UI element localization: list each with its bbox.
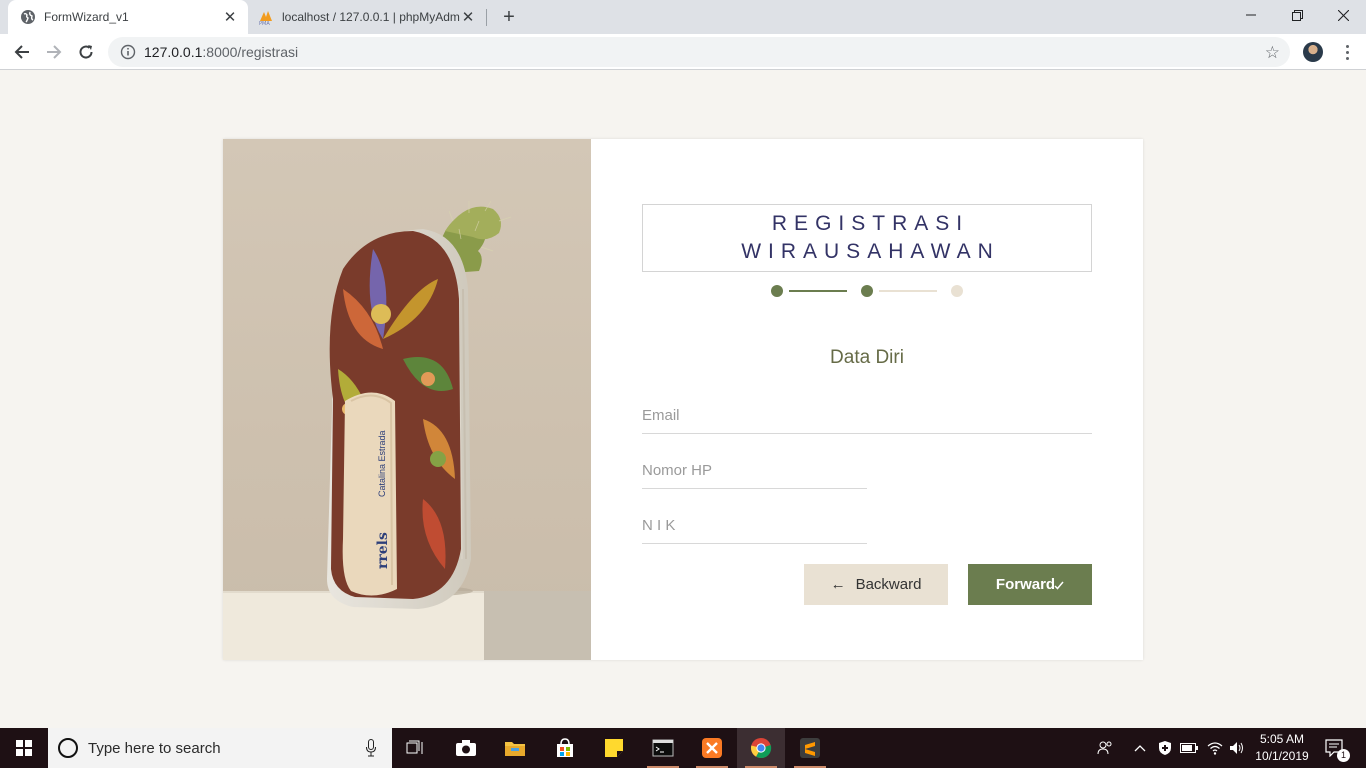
battery-icon[interactable] [1178,728,1200,768]
shoe-illustration: rrels Catalina Estrada [327,200,512,609]
windows-taskbar: Type here to search 5:05 AM 10/1/2019 1 [0,728,1366,768]
check-icon [1054,580,1064,590]
reload-icon[interactable] [72,38,100,66]
step-indicator [771,285,963,297]
close-window-icon[interactable] [1320,0,1366,30]
windows-start-icon[interactable] [0,728,48,768]
notification-badge: 1 [1337,749,1350,762]
security-icon[interactable] [1154,728,1176,768]
phone-input[interactable] [642,453,867,487]
new-tab-icon[interactable]: + [498,6,520,28]
phone-field [642,453,867,489]
clock-date: 10/1/2019 [1255,749,1309,763]
back-arrow-icon[interactable] [8,38,36,66]
tab-formwizard[interactable]: FormWizard_v1 ✕ [8,0,248,34]
backward-button[interactable]: ← Backward [804,564,948,605]
brand-text: rrels [375,532,391,569]
browser-toolbar: 127.0.0.1:8000/registrasi ☆ [0,34,1366,70]
collab-text: Catalina Estrada [377,430,387,497]
cortana-icon [58,738,78,758]
notification-center-icon[interactable]: 1 [1320,728,1350,768]
forward-button[interactable]: Forward [968,564,1092,605]
step-dot-2 [861,285,873,297]
minimize-icon[interactable] [1228,0,1274,30]
arrow-left-icon: ← [830,576,846,593]
menu-dots-icon[interactable] [1337,42,1357,62]
xampp-icon[interactable] [688,728,736,768]
clock-time: 5:05 AM [1259,732,1305,746]
form-title-line1: REGISTRASI [771,212,970,235]
hero-image: rrels Catalina Estrada [223,139,591,660]
close-tab-icon[interactable]: ✕ [460,9,476,26]
phpmyadmin-icon: PMA [258,9,274,25]
section-title: Data Diri [830,347,904,368]
tab-strip: FormWizard_v1 ✕ PMA localhost / 127.0.0.… [0,0,1366,34]
file-explorer-icon[interactable] [491,728,539,768]
restore-icon[interactable] [1274,0,1320,30]
chevron-up-icon[interactable] [1130,728,1150,768]
address-bar[interactable]: 127.0.0.1:8000/registrasi ☆ [108,37,1290,67]
tab-divider [486,9,487,26]
close-tab-icon[interactable]: ✕ [222,9,238,26]
step-dot-3 [951,285,963,297]
profile-avatar[interactable] [1303,42,1323,62]
taskbar-search[interactable]: Type here to search [48,728,392,768]
step-line-2 [879,290,937,292]
globe-icon [20,9,36,25]
chrome-icon[interactable] [737,728,785,768]
form-title-line2: WIRAUSAHAWAN [741,240,1000,263]
email-field [642,398,1092,434]
volume-icon[interactable] [1226,728,1248,768]
nik-field [642,508,867,544]
email-input[interactable] [642,398,1092,432]
store-icon[interactable] [541,728,589,768]
nik-input[interactable] [642,508,867,542]
form-panel: REGISTRASI WIRAUSAHAWAN Data Diri ← Back… [591,139,1143,660]
form-title: REGISTRASI WIRAUSAHAWAN [642,204,1092,272]
registration-card: rrels Catalina Estrada REGISTRASI WIRAUS… [223,139,1143,660]
forward-label: Forward [995,576,1056,593]
people-icon[interactable] [1092,728,1118,768]
camera-app-icon[interactable] [442,728,490,768]
terminal-icon[interactable] [639,728,687,768]
svg-text:PMA: PMA [259,21,270,25]
step-dot-1 [771,285,783,297]
backward-label: Backward [855,576,922,593]
tab-phpmyadmin[interactable]: PMA localhost / 127.0.0.1 | phpMyAdmin ✕ [248,0,486,34]
sublime-text-icon[interactable] [786,728,834,768]
forward-arrow-icon[interactable] [40,38,68,66]
bookmark-star-icon[interactable]: ☆ [1265,43,1280,63]
site-info-icon[interactable] [120,44,136,60]
search-placeholder: Type here to search [88,739,221,757]
sticky-notes-icon[interactable] [590,728,638,768]
step-line-1 [789,290,847,292]
microphone-icon[interactable] [366,739,376,757]
tab-title: FormWizard_v1 [44,10,129,24]
task-view-icon[interactable] [392,728,440,768]
tab-title: localhost / 127.0.0.1 | phpMyAdmin [282,10,460,24]
system-clock[interactable]: 5:05 AM 10/1/2019 [1250,731,1314,765]
url-path: :8000/registrasi [202,44,299,60]
url-host: 127.0.0.1 [144,44,203,60]
wifi-icon[interactable] [1204,728,1226,768]
